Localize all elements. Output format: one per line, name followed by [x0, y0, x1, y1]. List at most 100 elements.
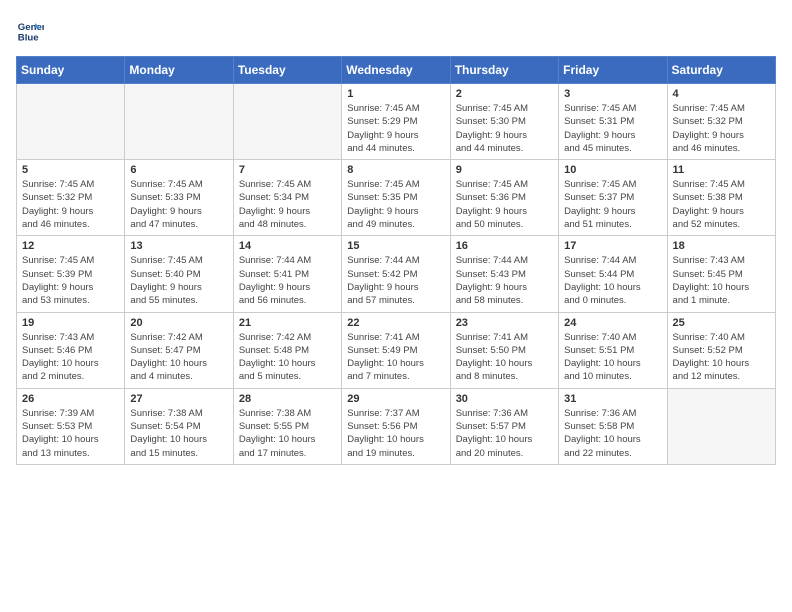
svg-text:Blue: Blue: [18, 33, 39, 44]
day-info: Sunrise: 7:45 AM Sunset: 5:40 PM Dayligh…: [130, 254, 227, 307]
day-number: 28: [239, 393, 336, 405]
svg-text:General: General: [18, 22, 44, 33]
day-cell: 6Sunrise: 7:45 AM Sunset: 5:33 PM Daylig…: [125, 160, 233, 236]
day-info: Sunrise: 7:42 AM Sunset: 5:47 PM Dayligh…: [130, 331, 227, 384]
day-info: Sunrise: 7:38 AM Sunset: 5:54 PM Dayligh…: [130, 407, 227, 460]
day-info: Sunrise: 7:45 AM Sunset: 5:37 PM Dayligh…: [564, 178, 661, 231]
day-info: Sunrise: 7:44 AM Sunset: 5:44 PM Dayligh…: [564, 254, 661, 307]
day-info: Sunrise: 7:45 AM Sunset: 5:30 PM Dayligh…: [456, 102, 553, 155]
day-cell: 3Sunrise: 7:45 AM Sunset: 5:31 PM Daylig…: [559, 84, 667, 160]
day-info: Sunrise: 7:42 AM Sunset: 5:48 PM Dayligh…: [239, 331, 336, 384]
day-cell: 26 Sunrise: 7:39 AM Sunset: 5:53 PM Dayli…: [17, 388, 125, 464]
day-number: 12: [22, 240, 119, 252]
day-cell: 24 Sunrise: 7:40 AM Sunset: 5:51 PM Dayli…: [559, 312, 667, 388]
day-info: Sunrise: 7:37 AM Sunset: 5:56 PM Dayligh…: [347, 407, 444, 460]
day-info: Sunrise: 7:39 AM Sunset: 5:53 PM Dayligh…: [22, 407, 119, 460]
day-cell: 28 Sunrise: 7:38 AM Sunset: 5:55 PM Dayli…: [233, 388, 341, 464]
day-number: 18: [673, 240, 770, 252]
day-cell: 27Sunrise: 7:38 AM Sunset: 5:54 PM Dayli…: [125, 388, 233, 464]
day-number: 22: [347, 317, 444, 329]
day-cell: 7 Sunrise: 7:45 AM Sunset: 5:34 PM Daylig…: [233, 160, 341, 236]
day-cell: 11 Sunrise: 7:45 AM Sunset: 5:38 PM Dayli…: [667, 160, 775, 236]
day-cell: 30 Sunrise: 7:36 AM Sunset: 5:57 PM Dayli…: [450, 388, 558, 464]
day-number: 24: [564, 317, 661, 329]
day-info: Sunrise: 7:41 AM Sunset: 5:50 PM Dayligh…: [456, 331, 553, 384]
day-cell: 16Sunrise: 7:44 AM Sunset: 5:43 PM Dayli…: [450, 236, 558, 312]
day-cell: 14 Sunrise: 7:44 AM Sunset: 5:41 PM Dayli…: [233, 236, 341, 312]
weekday-monday: Monday: [125, 57, 233, 84]
day-number: 16: [456, 240, 553, 252]
day-number: 29: [347, 393, 444, 405]
day-info: Sunrise: 7:45 AM Sunset: 5:38 PM Dayligh…: [673, 178, 770, 231]
day-number: 20: [130, 317, 227, 329]
day-number: 2: [456, 88, 553, 100]
day-cell: 15 Sunrise: 7:44 AM Sunset: 5:42 PM Dayli…: [342, 236, 450, 312]
weekday-friday: Friday: [559, 57, 667, 84]
day-info: Sunrise: 7:45 AM Sunset: 5:32 PM Dayligh…: [22, 178, 119, 231]
weekday-sunday: Sunday: [17, 57, 125, 84]
day-number: 1: [347, 88, 444, 100]
day-number: 4: [673, 88, 770, 100]
logo-icon: General Blue: [16, 16, 44, 44]
day-number: 10: [564, 164, 661, 176]
day-cell: 2 Sunrise: 7:45 AM Sunset: 5:30 PM Daylig…: [450, 84, 558, 160]
day-info: Sunrise: 7:45 AM Sunset: 5:36 PM Dayligh…: [456, 178, 553, 231]
day-info: Sunrise: 7:45 AM Sunset: 5:39 PM Dayligh…: [22, 254, 119, 307]
page-header: General Blue: [16, 16, 776, 44]
day-number: 19: [22, 317, 119, 329]
day-info: Sunrise: 7:40 AM Sunset: 5:52 PM Dayligh…: [673, 331, 770, 384]
calendar-table: SundayMondayTuesdayWednesdayThursdayFrid…: [16, 56, 776, 465]
day-cell: 4 Sunrise: 7:45 AM Sunset: 5:32 PM Daylig…: [667, 84, 775, 160]
day-number: 15: [347, 240, 444, 252]
day-cell: 10 Sunrise: 7:45 AM Sunset: 5:37 PM Dayli…: [559, 160, 667, 236]
day-number: 7: [239, 164, 336, 176]
day-cell: 22Sunrise: 7:41 AM Sunset: 5:49 PM Dayli…: [342, 312, 450, 388]
day-cell: [667, 388, 775, 464]
day-number: 26: [22, 393, 119, 405]
day-cell: 25 Sunrise: 7:40 AM Sunset: 5:52 PM Dayli…: [667, 312, 775, 388]
day-number: 13: [130, 240, 227, 252]
day-cell: 17 Sunrise: 7:44 AM Sunset: 5:44 PM Dayli…: [559, 236, 667, 312]
day-number: 30: [456, 393, 553, 405]
day-cell: 12 Sunrise: 7:45 AM Sunset: 5:39 PM Dayli…: [17, 236, 125, 312]
day-cell: 13 Sunrise: 7:45 AM Sunset: 5:40 PM Dayli…: [125, 236, 233, 312]
day-info: Sunrise: 7:40 AM Sunset: 5:51 PM Dayligh…: [564, 331, 661, 384]
day-number: 31: [564, 393, 661, 405]
weekday-saturday: Saturday: [667, 57, 775, 84]
day-cell: 5Sunrise: 7:45 AM Sunset: 5:32 PM Daylig…: [17, 160, 125, 236]
day-number: 9: [456, 164, 553, 176]
day-cell: 23 Sunrise: 7:41 AM Sunset: 5:50 PM Dayli…: [450, 312, 558, 388]
week-row-2: 5Sunrise: 7:45 AM Sunset: 5:32 PM Daylig…: [17, 160, 776, 236]
day-cell: 31Sunrise: 7:36 AM Sunset: 5:58 PM Dayli…: [559, 388, 667, 464]
week-row-1: 1 Sunrise: 7:45 AM Sunset: 5:29 PM Daylig…: [17, 84, 776, 160]
day-number: 17: [564, 240, 661, 252]
day-cell: [17, 84, 125, 160]
day-number: 25: [673, 317, 770, 329]
weekday-header-row: SundayMondayTuesdayWednesdayThursdayFrid…: [17, 57, 776, 84]
day-cell: 18Sunrise: 7:43 AM Sunset: 5:45 PM Dayli…: [667, 236, 775, 312]
day-number: 14: [239, 240, 336, 252]
day-cell: 29 Sunrise: 7:37 AM Sunset: 5:56 PM Dayli…: [342, 388, 450, 464]
day-info: Sunrise: 7:45 AM Sunset: 5:35 PM Dayligh…: [347, 178, 444, 231]
day-cell: [125, 84, 233, 160]
day-info: Sunrise: 7:36 AM Sunset: 5:57 PM Dayligh…: [456, 407, 553, 460]
day-number: 23: [456, 317, 553, 329]
day-info: Sunrise: 7:44 AM Sunset: 5:42 PM Dayligh…: [347, 254, 444, 307]
day-info: Sunrise: 7:45 AM Sunset: 5:33 PM Dayligh…: [130, 178, 227, 231]
day-info: Sunrise: 7:45 AM Sunset: 5:29 PM Dayligh…: [347, 102, 444, 155]
day-info: Sunrise: 7:38 AM Sunset: 5:55 PM Dayligh…: [239, 407, 336, 460]
week-row-5: 26 Sunrise: 7:39 AM Sunset: 5:53 PM Dayli…: [17, 388, 776, 464]
day-info: Sunrise: 7:45 AM Sunset: 5:34 PM Dayligh…: [239, 178, 336, 231]
day-cell: 19 Sunrise: 7:43 AM Sunset: 5:46 PM Dayli…: [17, 312, 125, 388]
weekday-tuesday: Tuesday: [233, 57, 341, 84]
calendar-body: 1 Sunrise: 7:45 AM Sunset: 5:29 PM Daylig…: [17, 84, 776, 465]
day-cell: 9 Sunrise: 7:45 AM Sunset: 5:36 PM Daylig…: [450, 160, 558, 236]
day-info: Sunrise: 7:45 AM Sunset: 5:32 PM Dayligh…: [673, 102, 770, 155]
day-cell: 8 Sunrise: 7:45 AM Sunset: 5:35 PM Daylig…: [342, 160, 450, 236]
day-info: Sunrise: 7:43 AM Sunset: 5:46 PM Dayligh…: [22, 331, 119, 384]
week-row-3: 12 Sunrise: 7:45 AM Sunset: 5:39 PM Dayli…: [17, 236, 776, 312]
day-number: 8: [347, 164, 444, 176]
day-number: 11: [673, 164, 770, 176]
day-info: Sunrise: 7:44 AM Sunset: 5:41 PM Dayligh…: [239, 254, 336, 307]
day-number: 21: [239, 317, 336, 329]
